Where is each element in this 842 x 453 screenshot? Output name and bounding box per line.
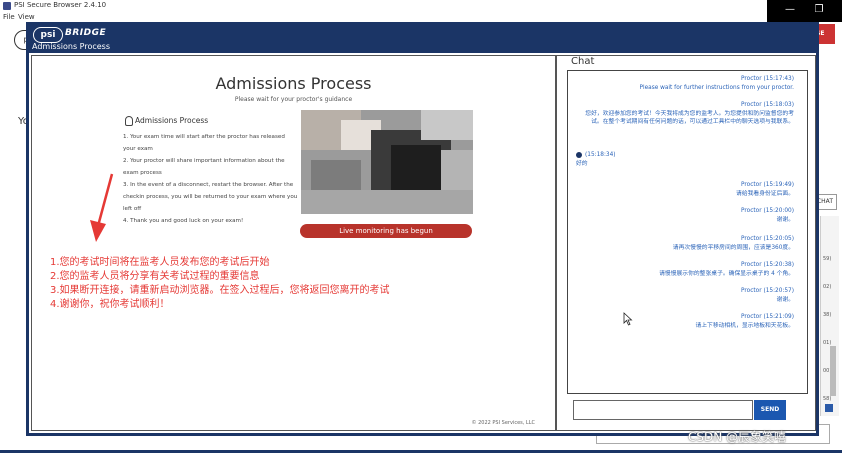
chat-message: Proctor (15:17:43) Please wait for furth…: [639, 76, 794, 91]
annotation-text: 1.您的考试时间将在监考人员发布您的考试后开始 2.您的监考人员将分享有关考试过…: [50, 256, 390, 312]
chat-panel: Chat Proctor (15:17:43) Please wait for …: [556, 55, 816, 431]
red-arrow-icon: [90, 173, 114, 242]
chat-message: Proctor (15:20:38) 请慢慢展示你的整张桌子。确保显示桌子的 4…: [659, 262, 794, 277]
app-icon: [3, 2, 11, 10]
chat-log[interactable]: Proctor (15:17:43) Please wait for furth…: [567, 70, 808, 394]
page-subtitle: Please wait for your proctor's guidance: [234, 96, 353, 103]
instruction-item: 4. Thank you and good luck on your exam!: [123, 218, 244, 225]
webcam-feed: [301, 110, 473, 214]
restore-button[interactable]: ❐: [796, 0, 842, 22]
mouse-cursor-icon: [623, 312, 633, 326]
annotation-line: 1.您的考试时间将在监考人员发布您的考试后开始: [50, 257, 270, 268]
bridge-logo: BRIDGE: [65, 28, 107, 38]
chat-message: Proctor (15:20:00) 谢谢。: [741, 208, 794, 223]
chat-message-user: (15:18:34) 好的: [576, 151, 616, 167]
lightbulb-icon: [125, 116, 133, 126]
section-heading: Admissions Process: [135, 116, 209, 125]
background-button[interactable]: [825, 404, 833, 412]
psi-logo: psi: [33, 27, 63, 43]
instruction-item: 3. In the event of a disconnect, restart…: [123, 182, 298, 212]
chat-message: Proctor (15:20:05) 请再次慢慢的平移房间的周围，应该是360度…: [672, 236, 794, 251]
chat-input[interactable]: [573, 400, 753, 420]
live-monitoring-banner: Live monitoring has begun: [300, 224, 472, 238]
page-title: Admissions Process: [215, 74, 372, 93]
chat-title: Chat: [571, 56, 595, 67]
modal-header: psi BRIDGE Admissions Process: [29, 25, 816, 53]
annotation-line: 2.您的监考人员将分享有关考试过程的重要信息: [50, 271, 260, 282]
app-title: PSI Secure Browser 2.4.10: [14, 1, 107, 9]
user-icon: [576, 151, 582, 158]
chat-message: Proctor (15:18:03) 您好，欢迎参加您的考试！今天我将成为您的监…: [585, 102, 794, 126]
instruction-item: 2. Your proctor will share important inf…: [123, 158, 285, 176]
restore-icon: ❐: [814, 4, 824, 15]
menu-view[interactable]: View: [18, 13, 35, 21]
instruction-item: 1. Your exam time will start after the p…: [123, 134, 285, 152]
instruction-list: 1. Your exam time will start after the p…: [123, 132, 299, 229]
copyright: © 2022 PSI Services, LLC: [471, 420, 535, 426]
chat-message: Proctor (15:20:57) 谢谢。: [741, 288, 794, 303]
watermark: CSDN @辰象笑嘻: [688, 430, 787, 444]
app-title-bar: PSI Secure Browser 2.4.10: [0, 0, 842, 12]
modal-title: Admissions Process: [32, 42, 111, 51]
annotation-line: 3.如果断开连接，请重新启动浏览器。在签入过程后，您将返回您离开的考试: [50, 285, 390, 296]
chat-message: Proctor (15:19:49) 请给我看身份证后面。: [736, 182, 794, 197]
menu-bar: File View: [0, 12, 842, 22]
admissions-modal: psi BRIDGE Admissions Process Admissions…: [28, 24, 817, 434]
background-scrollbar[interactable]: [830, 346, 836, 396]
send-button[interactable]: SEND: [754, 400, 786, 420]
annotation-line: 4.谢谢你，祝你考试顺利！: [50, 299, 170, 310]
chat-message: Proctor (15:21:09) 请上下移动相机，显示地板和天花板。: [695, 314, 794, 329]
menu-file[interactable]: File: [3, 13, 15, 21]
